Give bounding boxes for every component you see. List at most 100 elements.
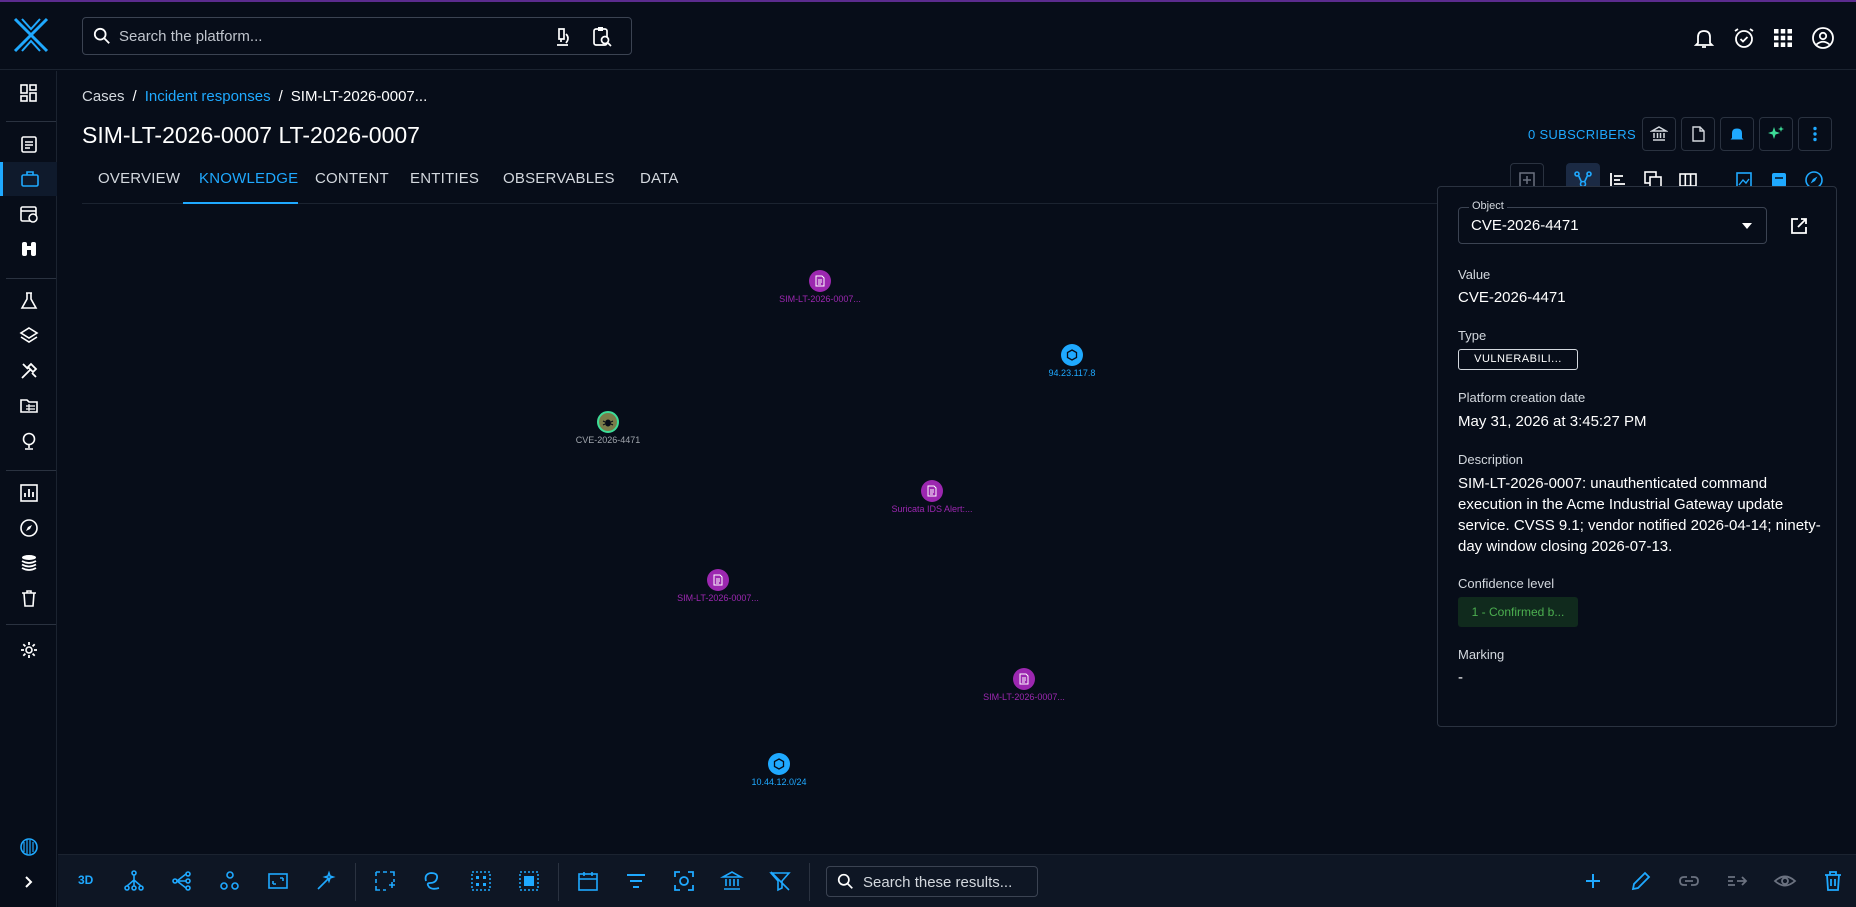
graph-toolbar: 3D <box>58 854 1856 907</box>
radial-layout-icon[interactable] <box>170 869 194 893</box>
sidebar-item-observations[interactable] <box>0 232 57 266</box>
breadcrumb-separator: / <box>132 88 137 105</box>
sidebar-item-data[interactable] <box>0 546 57 580</box>
fit-screen-icon[interactable] <box>266 869 290 893</box>
bank-button[interactable] <box>1642 117 1676 151</box>
focus-icon[interactable] <box>672 869 696 893</box>
graph-node-label: 10.44.12.0/24 <box>751 777 807 787</box>
cluster-layout-icon[interactable] <box>218 869 242 893</box>
creation-date-label: Platform creation date <box>1458 390 1586 405</box>
sidebar-item-cases[interactable] <box>0 162 57 196</box>
graph-node-ip[interactable]: 10.44.12.0/24 <box>719 753 839 787</box>
graph-node-ip[interactable]: 94.23.117.8 <box>1012 344 1132 378</box>
clipboard-search-icon[interactable] <box>591 26 613 48</box>
description-label: Description <box>1458 452 1524 467</box>
sidebar-item-locations[interactable] <box>0 424 57 458</box>
alarm-check-icon[interactable] <box>1732 26 1756 50</box>
sparkles-icon <box>1768 126 1784 139</box>
report-icon <box>921 480 943 502</box>
graph-node-report[interactable]: SIM-LT-2026-0007... <box>964 668 1084 702</box>
app-logo-icon[interactable] <box>12 16 50 54</box>
sidebar-item-threats[interactable] <box>0 284 57 318</box>
search-icon <box>93 27 110 44</box>
subscribe-button[interactable] <box>1720 117 1754 151</box>
subscribers-link[interactable]: 0 SUBSCRIBERS <box>1528 127 1636 142</box>
sidebar-item-investigations[interactable] <box>0 511 57 545</box>
eye-icon[interactable] <box>1773 869 1797 893</box>
sidebar-item-dashboards[interactable] <box>0 476 57 510</box>
mode-3d-button[interactable]: 3D <box>78 873 93 887</box>
graph-node-report[interactable]: SIM-LT-2026-0007... <box>760 270 880 304</box>
free-select-icon[interactable] <box>421 869 445 893</box>
tab-entities[interactable]: ENTITIES <box>410 170 479 187</box>
graph-node-report[interactable]: SIM-LT-2026-0007... <box>658 569 778 603</box>
tools-icon <box>20 362 37 379</box>
gear-icon <box>20 642 37 658</box>
graph-node-vulnerability[interactable]: CVE-2026-4471 <box>548 411 668 445</box>
sidebar-item-platform[interactable] <box>0 830 57 864</box>
bug-icon <box>597 411 619 433</box>
link-icon[interactable] <box>1677 869 1701 893</box>
export-pdf-button[interactable] <box>1681 117 1715 151</box>
search-icon <box>837 873 853 889</box>
calendar-clock-icon <box>19 206 38 223</box>
creation-date-value: May 31, 2026 at 3:45:27 PM <box>1458 413 1647 430</box>
account-circle-icon[interactable] <box>1811 26 1835 50</box>
bell-icon <box>1730 128 1744 140</box>
trash-icon <box>21 590 36 607</box>
ipv4-icon <box>768 753 790 775</box>
top-bar <box>0 2 1856 70</box>
select-group-icon[interactable] <box>517 869 541 893</box>
sidebar-item-analyses[interactable] <box>0 127 57 161</box>
select-area-icon[interactable] <box>373 869 397 893</box>
apps-grid-icon[interactable] <box>1771 26 1795 50</box>
value-label: Value <box>1458 267 1491 282</box>
tab-bar: OVERVIEW KNOWLEDGE CONTENT ENTITIES OBSE… <box>82 160 1522 204</box>
sidebar-item-dashboard[interactable] <box>0 76 57 110</box>
ipv4-icon <box>1061 344 1083 366</box>
sidebar-divider <box>6 121 56 122</box>
edit-pencil-icon[interactable] <box>1629 869 1653 893</box>
toolbar-divider <box>809 863 810 901</box>
sidebar-item-events[interactable] <box>0 197 57 231</box>
clipboard-icon <box>20 136 37 153</box>
report-icon <box>1013 668 1035 690</box>
open-in-new-icon[interactable] <box>1788 215 1810 237</box>
calendar-icon[interactable] <box>576 869 600 893</box>
results-search-input[interactable] <box>863 872 1028 892</box>
microscope-icon[interactable] <box>551 26 573 48</box>
report-icon <box>809 270 831 292</box>
select-all-icon[interactable] <box>469 869 493 893</box>
folder-table-icon <box>19 399 38 413</box>
magic-wand-icon[interactable] <box>314 869 338 893</box>
sidebar-expand-toggle[interactable] <box>0 865 57 899</box>
graph-node-report[interactable]: Suricata IDS Alert:... <box>872 480 992 514</box>
sidebar-item-techniques[interactable] <box>0 354 57 388</box>
sidebar-item-settings[interactable] <box>0 633 57 667</box>
sidebar-item-trash[interactable] <box>0 581 57 615</box>
tree-layout-icon[interactable] <box>122 869 146 893</box>
tab-overview[interactable]: OVERVIEW <box>98 170 180 187</box>
tab-data[interactable]: DATA <box>640 170 679 187</box>
active-tab-indicator <box>183 202 298 204</box>
sidebar-item-entities[interactable] <box>0 389 57 423</box>
global-search-input[interactable] <box>119 24 539 48</box>
filter-lines-icon[interactable] <box>624 869 648 893</box>
more-options-button[interactable] <box>1798 117 1832 151</box>
add-icon[interactable] <box>1581 869 1605 893</box>
breadcrumb-incident-responses[interactable]: Incident responses <box>145 88 271 105</box>
tab-content[interactable]: CONTENT <box>315 170 389 187</box>
delete-icon[interactable] <box>1821 869 1845 893</box>
confidence-chip: 1 - Confirmed b... <box>1458 597 1578 627</box>
tab-knowledge[interactable]: KNOWLEDGE <box>199 170 298 187</box>
filter-off-icon[interactable] <box>768 869 792 893</box>
bank-filter-icon[interactable] <box>720 869 744 893</box>
sidebar-item-arsenal[interactable] <box>0 319 57 353</box>
relation-arrow-icon[interactable] <box>1725 869 1749 893</box>
tab-observables[interactable]: OBSERVABLES <box>503 170 615 187</box>
object-select-value: CVE-2026-4471 <box>1471 217 1579 234</box>
object-select[interactable]: Object CVE-2026-4471 <box>1458 200 1767 244</box>
notifications-bell-icon[interactable] <box>1692 26 1716 50</box>
ai-assist-button[interactable] <box>1759 117 1793 151</box>
knowledge-graph-canvas[interactable]: SIM-LT-2026-0007... 94.23.117.8 CVE-2026… <box>58 205 1438 850</box>
